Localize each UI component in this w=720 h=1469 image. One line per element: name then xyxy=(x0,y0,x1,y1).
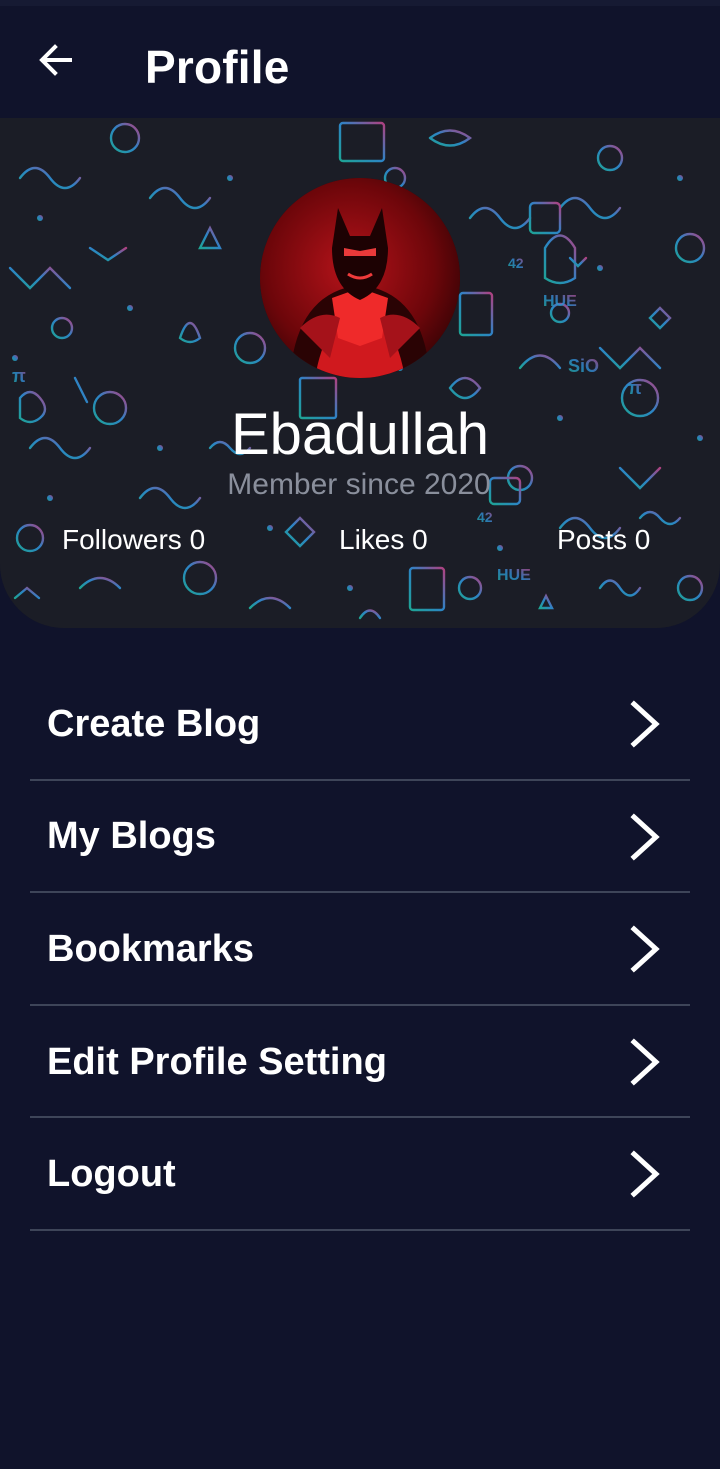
bookmarks-button[interactable]: Bookmarks xyxy=(30,893,690,1006)
member-since-text: Member since 2020 xyxy=(227,468,491,501)
followers-count[interactable]: Followers 0 xyxy=(62,524,205,556)
menu-item-label: Edit Profile Setting xyxy=(47,1040,387,1083)
posts-count[interactable]: Posts 0 xyxy=(557,524,650,556)
svg-text:HUE: HUE xyxy=(543,293,577,310)
svg-text:HUE: HUE xyxy=(497,567,531,584)
logout-button[interactable]: Logout xyxy=(30,1118,690,1231)
svg-text:π: π xyxy=(628,378,642,398)
app-bar: Profile xyxy=(0,6,720,118)
edit-profile-setting-button[interactable]: Edit Profile Setting xyxy=(30,1006,690,1119)
menu-item-label: Create Blog xyxy=(47,702,261,745)
create-blog-button[interactable]: Create Blog xyxy=(30,668,690,781)
chevron-right-icon xyxy=(630,925,660,973)
menu-item-label: Bookmarks xyxy=(47,927,254,970)
profile-menu: Create Blog My Blogs Bookmarks Edit Prof… xyxy=(0,668,720,1231)
profile-header-card: HUE SiO HUE 42 42 π π Ebadullah Member s… xyxy=(0,118,720,628)
chevron-right-icon xyxy=(630,813,660,861)
svg-text:π: π xyxy=(12,366,26,386)
arrow-left-icon xyxy=(39,44,72,76)
avatar[interactable] xyxy=(260,178,460,378)
chevron-right-icon xyxy=(630,1150,660,1198)
likes-count[interactable]: Likes 0 xyxy=(339,524,428,556)
chevron-right-icon xyxy=(630,1038,660,1086)
svg-text:SiO: SiO xyxy=(568,356,599,376)
page-title: Profile xyxy=(145,41,290,93)
menu-item-label: My Blogs xyxy=(47,815,216,858)
svg-text:42: 42 xyxy=(477,509,493,525)
user-name: Ebadullah xyxy=(231,402,489,467)
svg-text:42: 42 xyxy=(508,255,524,271)
user-avatar-photo xyxy=(260,178,460,378)
chevron-right-icon xyxy=(630,700,660,748)
menu-item-label: Logout xyxy=(47,1153,176,1196)
back-button[interactable] xyxy=(30,34,82,86)
my-blogs-button[interactable]: My Blogs xyxy=(30,781,690,894)
